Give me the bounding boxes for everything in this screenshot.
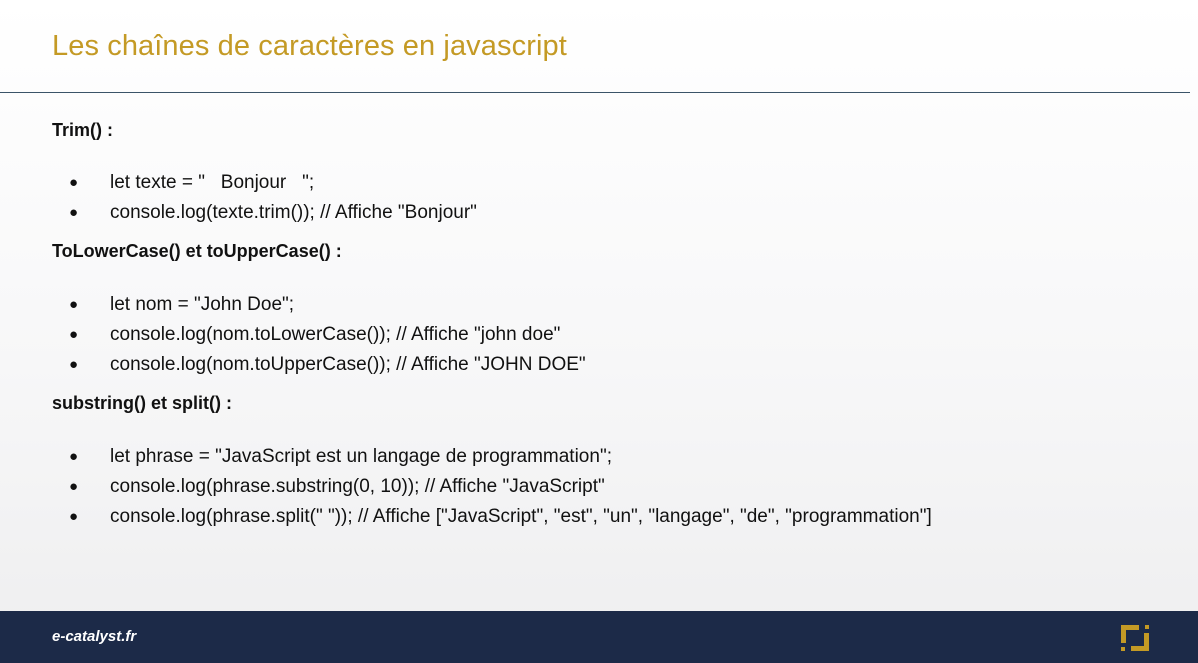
bullet-list: ● let phrase = "JavaScript est un langage… bbox=[52, 442, 1172, 532]
list-item: ● console.log(phrase.substring(0, 10)); /… bbox=[52, 472, 1172, 502]
list-item-text: let phrase = "JavaScript est un langage … bbox=[110, 446, 612, 467]
list-item: ● console.log(nom.toLowerCase()); // Affi… bbox=[52, 320, 1172, 350]
list-item: ● let texte = " Bonjour "; bbox=[52, 168, 1172, 198]
list-item: ● console.log(phrase.split(" ")); // Affi… bbox=[52, 502, 1172, 532]
list-item-text: let nom = "John Doe"; bbox=[110, 294, 295, 315]
section-trim: Trim() : ● let texte = " Bonjour "; ● cons… bbox=[52, 117, 1172, 228]
list-item-text: console.log(nom.toLowerCase()); // Affic… bbox=[110, 324, 561, 345]
bullet-icon: ● bbox=[69, 174, 79, 191]
title-bar: Les chaînes de caractères en javascript bbox=[0, 0, 1190, 93]
section-case: ToLowerCase() et toUpperCase() : ● let no… bbox=[52, 238, 1172, 380]
section-substring-split: substring() et split() : ● let phrase = "… bbox=[52, 390, 1172, 532]
section-heading: Trim() : bbox=[52, 120, 113, 140]
section-heading: ToLowerCase() et toUpperCase() : bbox=[52, 241, 342, 261]
bullet-icon: ● bbox=[69, 478, 79, 495]
bullet-list: ● let texte = " Bonjour "; ● console.log(t… bbox=[52, 168, 1172, 228]
bullet-icon: ● bbox=[69, 356, 79, 373]
bullet-list: ● let nom = "John Doe"; ● console.log(nom.… bbox=[52, 290, 1172, 380]
e-catalyst-bracket-logo-icon bbox=[1121, 625, 1149, 651]
section-heading: substring() et split() : bbox=[52, 393, 232, 413]
slide-content: Trim() : ● let texte = " Bonjour "; ● cons… bbox=[52, 117, 1172, 542]
footer-site-link[interactable]: e-catalyst.fr bbox=[52, 628, 136, 645]
bullet-icon: ● bbox=[69, 448, 79, 465]
list-item-text: let texte = " Bonjour "; bbox=[110, 172, 315, 193]
list-item: ● let nom = "John Doe"; bbox=[52, 290, 1172, 320]
footer: e-catalyst.fr bbox=[0, 611, 1198, 663]
slide-title: Les chaînes de caractères en javascript bbox=[52, 30, 567, 62]
list-item-text: console.log(phrase.substring(0, 10)); //… bbox=[110, 476, 605, 497]
list-item-text: console.log(phrase.split(" ")); // Affic… bbox=[110, 506, 932, 527]
bullet-icon: ● bbox=[69, 204, 79, 221]
bullet-icon: ● bbox=[69, 326, 79, 343]
bullet-icon: ● bbox=[69, 296, 79, 313]
slide: Les chaînes de caractères en javascript … bbox=[0, 0, 1198, 663]
list-item-text: console.log(texte.trim()); // Affiche "B… bbox=[110, 202, 477, 223]
list-item-text: console.log(nom.toUpperCase()); // Affic… bbox=[110, 354, 586, 375]
list-item: ● console.log(nom.toUpperCase()); // Affi… bbox=[52, 350, 1172, 380]
list-item: ● console.log(texte.trim()); // Affiche "… bbox=[52, 198, 1172, 228]
list-item: ● let phrase = "JavaScript est un langage… bbox=[52, 442, 1172, 472]
bullet-icon: ● bbox=[69, 508, 79, 525]
